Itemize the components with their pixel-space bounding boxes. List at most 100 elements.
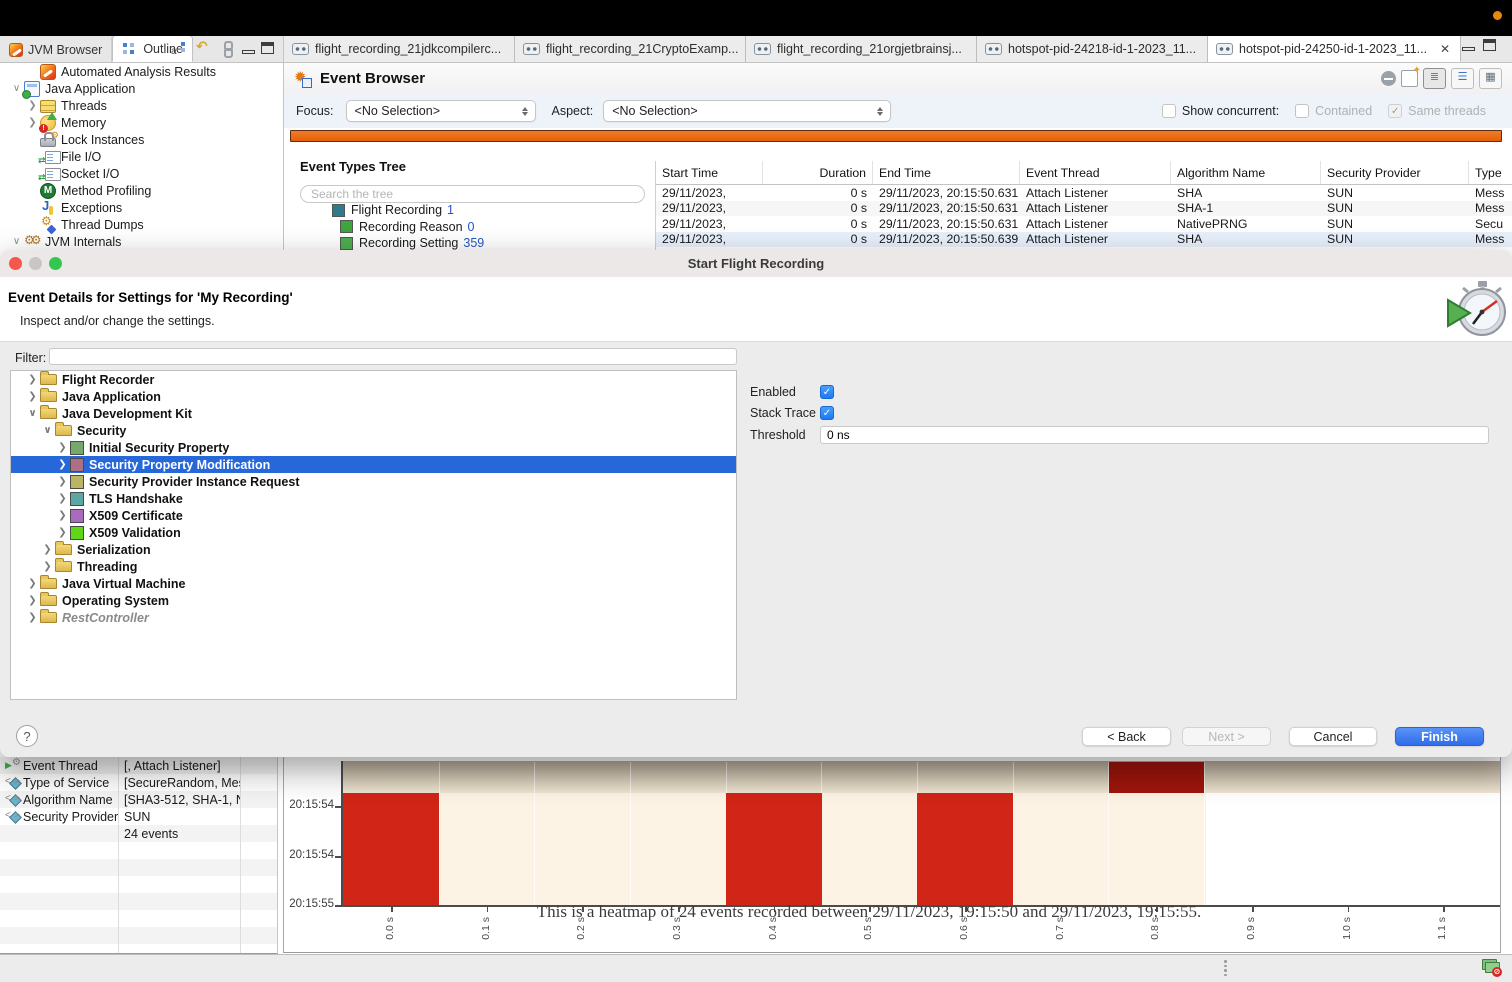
- threshold-input[interactable]: [820, 426, 1489, 444]
- column-header[interactable]: Duration: [763, 161, 873, 184]
- chevron-right-icon[interactable]: ❯: [25, 374, 40, 385]
- enabled-checkbox[interactable]: [820, 385, 834, 399]
- settings-tree-item[interactable]: ❯Initial Security Property: [11, 439, 736, 456]
- column-header[interactable]: End Time: [873, 161, 1020, 184]
- sidebar-tree-item[interactable]: ❯Threads: [0, 97, 282, 114]
- minimize-icon[interactable]: [1462, 47, 1475, 51]
- list-view-icon[interactable]: ☰: [1451, 68, 1474, 89]
- table-row[interactable]: 29/11/2023,0 s29/11/2023, 20:15:50.639At…: [656, 232, 1512, 248]
- chevron-down-icon[interactable]: ∨: [9, 236, 24, 247]
- drag-handle-icon[interactable]: [1224, 960, 1227, 976]
- settings-tree-item[interactable]: ❯Threading: [11, 558, 736, 575]
- chevron-right-icon[interactable]: ❯: [55, 493, 70, 504]
- sidebar-tree-item[interactable]: ∨Java Application: [0, 80, 282, 97]
- event-type-item[interactable]: Recording Setting359: [318, 235, 648, 250]
- settings-tree-item[interactable]: ❯Flight Recorder: [11, 371, 736, 388]
- property-row[interactable]: Type of Service[SecureRandom, Mess: [0, 774, 277, 791]
- collapse-icon[interactable]: [194, 40, 212, 56]
- stepper-icon: [518, 107, 532, 116]
- sidebar-tree-item[interactable]: ❯Memory: [0, 114, 282, 131]
- new-page-icon[interactable]: [1401, 70, 1418, 87]
- settings-tree-item[interactable]: ❯Security Provider Instance Request: [11, 473, 736, 490]
- settings-tree-item[interactable]: ❯X509 Certificate: [11, 507, 736, 524]
- sidebar-tree-item[interactable]: Thread Dumps: [0, 216, 282, 233]
- settings-tree-label: Java Application: [62, 390, 161, 404]
- chevron-right-icon[interactable]: ❯: [25, 117, 40, 128]
- sidebar-tree-item[interactable]: Socket I/O: [0, 165, 282, 182]
- chevron-right-icon[interactable]: ❯: [25, 578, 40, 589]
- property-row[interactable]: Algorithm Name[SHA3-512, SHA-1, Na: [0, 791, 277, 808]
- aspect-dropdown[interactable]: <No Selection>: [603, 100, 891, 122]
- settings-tree-item[interactable]: ∨Java Development Kit: [11, 405, 736, 422]
- chevron-right-icon[interactable]: ❯: [55, 510, 70, 521]
- property-name: Algorithm Name: [23, 791, 119, 808]
- table-cell: 0 s: [763, 186, 873, 200]
- back-button[interactable]: < Back: [1082, 727, 1171, 746]
- tab-jvm-browser[interactable]: JVM Browser: [0, 37, 112, 62]
- editor-tab[interactable]: flight_recording_21CryptoExamp...: [515, 36, 746, 62]
- chevron-right-icon[interactable]: ❯: [55, 476, 70, 487]
- close-icon[interactable]: ✕: [1438, 42, 1452, 56]
- background-jobs-icon[interactable]: ⊘: [1480, 957, 1502, 977]
- sidebar-tree-item[interactable]: ∨JVM Internals: [0, 233, 282, 250]
- grouped-view-icon[interactable]: ≣: [1423, 68, 1446, 89]
- stack-trace-checkbox[interactable]: [820, 406, 834, 420]
- table-row[interactable]: 29/11/2023,0 s29/11/2023, 20:15:50.631At…: [656, 185, 1512, 201]
- event-type-item[interactable]: Recording Reason0: [318, 219, 648, 236]
- column-header[interactable]: Type: [1469, 161, 1512, 184]
- chevron-right-icon[interactable]: ❯: [55, 527, 70, 538]
- minimize-icon[interactable]: [242, 50, 255, 54]
- search-input[interactable]: [300, 185, 645, 203]
- settings-tree-item[interactable]: ❯TLS Handshake: [11, 490, 736, 507]
- chevron-down-icon[interactable]: ∨: [40, 425, 55, 436]
- sort-tree-icon[interactable]: [170, 40, 188, 56]
- settings-tree-item[interactable]: ❯Security Property Modification: [11, 456, 736, 473]
- settings-tree-item[interactable]: ❯Operating System: [11, 592, 736, 609]
- chevron-right-icon[interactable]: ❯: [25, 100, 40, 111]
- editor-tab[interactable]: flight_recording_21orgjetbrainsj...: [746, 36, 977, 62]
- sidebar-tree-item[interactable]: File I/O: [0, 148, 282, 165]
- chevron-right-icon[interactable]: ❯: [25, 595, 40, 606]
- remove-icon[interactable]: [1381, 71, 1396, 86]
- settings-tree-item[interactable]: ❯Serialization: [11, 541, 736, 558]
- chevron-down-icon[interactable]: ∨: [25, 408, 40, 419]
- timeline-range-bar[interactable]: [290, 130, 1502, 142]
- table-row[interactable]: 29/11/2023,0 s29/11/2023, 20:15:50.631At…: [656, 201, 1512, 217]
- settings-tree-item[interactable]: ∨Security: [11, 422, 736, 439]
- chevron-right-icon[interactable]: ❯: [55, 442, 70, 453]
- settings-tree-item[interactable]: ❯ Java Application: [11, 388, 736, 405]
- chevron-right-icon[interactable]: ❯: [25, 612, 40, 623]
- finish-button[interactable]: Finish: [1395, 727, 1484, 746]
- settings-tree-item[interactable]: ❯X509 Validation: [11, 524, 736, 541]
- property-row[interactable]: Event Thread[, Attach Listener]: [0, 757, 277, 774]
- maximize-icon[interactable]: [261, 42, 274, 54]
- column-header[interactable]: Event Thread: [1020, 161, 1171, 184]
- maximize-icon[interactable]: [1483, 39, 1496, 51]
- focus-dropdown[interactable]: <No Selection>: [346, 100, 536, 122]
- column-header[interactable]: Security Provider: [1321, 161, 1469, 184]
- editor-tab[interactable]: hotspot-pid-24250-id-1-2023_11...✕: [1208, 36, 1461, 62]
- column-header[interactable]: Start Time: [656, 161, 763, 184]
- filter-input[interactable]: [49, 348, 737, 365]
- editor-tab[interactable]: flight_recording_21jdkcompilerc...: [284, 36, 515, 62]
- help-button[interactable]: ?: [16, 725, 38, 747]
- table-view-icon[interactable]: ▦: [1479, 68, 1502, 89]
- table-row[interactable]: 29/11/2023,0 s29/11/2023, 20:15:50.631At…: [656, 216, 1512, 232]
- cancel-button[interactable]: Cancel: [1289, 727, 1377, 746]
- editor-tab[interactable]: hotspot-pid-24218-id-1-2023_11...: [977, 36, 1208, 62]
- link-with-editor-icon[interactable]: [218, 40, 236, 56]
- settings-tree-item[interactable]: ❯Java Virtual Machine: [11, 575, 736, 592]
- settings-tree-item[interactable]: ❯RestController: [11, 609, 736, 626]
- sidebar-tree-item[interactable]: Lock Instances: [0, 131, 282, 148]
- chevron-right-icon[interactable]: ❯: [40, 561, 55, 572]
- column-header[interactable]: Algorithm Name: [1171, 161, 1321, 184]
- show-concurrent-checkbox[interactable]: [1162, 104, 1176, 118]
- chevron-right-icon[interactable]: ❯: [55, 459, 70, 470]
- chevron-right-icon[interactable]: ❯: [25, 391, 40, 402]
- chevron-right-icon[interactable]: ❯: [40, 544, 55, 555]
- event-type-item[interactable]: Flight Recording1: [318, 202, 648, 219]
- sidebar-tree-item[interactable]: Method Profiling: [0, 182, 282, 199]
- property-row[interactable]: Security ProviderSUN: [0, 808, 277, 825]
- sidebar-tree-item[interactable]: Automated Analysis Results: [0, 63, 282, 80]
- property-row[interactable]: 24 events: [0, 825, 277, 842]
